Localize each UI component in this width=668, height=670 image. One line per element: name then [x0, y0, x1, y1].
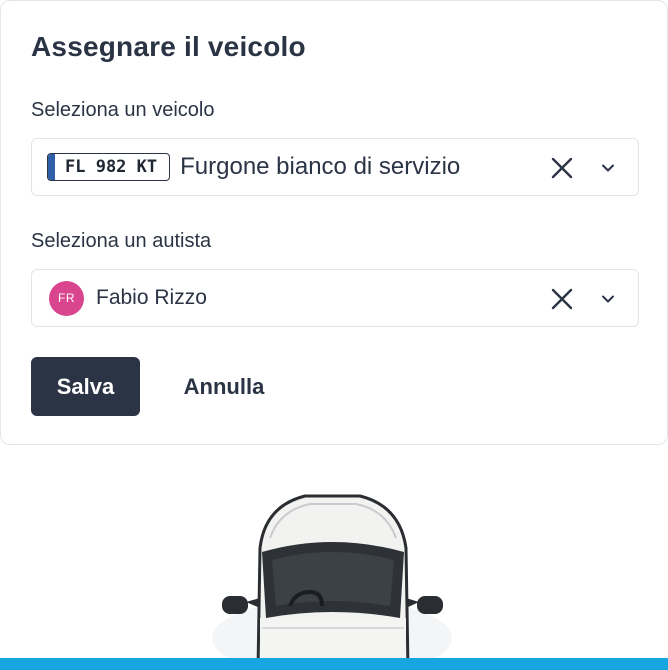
plate-eu-band: [48, 154, 55, 180]
avatar: FR: [49, 280, 84, 316]
vehicle-select-value: Furgone bianco di servizio: [180, 153, 461, 180]
accent-bar: [0, 658, 668, 670]
save-button[interactable]: Salva: [31, 357, 140, 416]
close-icon[interactable]: [550, 156, 574, 180]
plate-number: FL 982 KT: [65, 157, 158, 177]
driver-select-value: Fabio Rizzo: [96, 286, 207, 309]
dialog-title: Assegnare il veicolo: [31, 31, 306, 62]
chevron-down-icon[interactable]: [600, 291, 616, 307]
close-icon[interactable]: [550, 287, 574, 311]
vehicle-select[interactable]: FL 982 KT Furgone bianco di servizio: [31, 138, 639, 196]
driver-select[interactable]: FR Fabio Rizzo: [31, 269, 639, 327]
chevron-down-icon[interactable]: [600, 160, 616, 176]
vehicle-select-label: Seleziona un veicolo: [31, 99, 215, 121]
assign-vehicle-card: Assegnare il veicolo Seleziona un veicol…: [0, 0, 668, 445]
cancel-button[interactable]: Annulla: [161, 357, 287, 416]
driver-select-label: Seleziona un autista: [31, 230, 212, 252]
license-plate: FL 982 KT: [47, 153, 171, 181]
car-illustration: [212, 494, 452, 670]
